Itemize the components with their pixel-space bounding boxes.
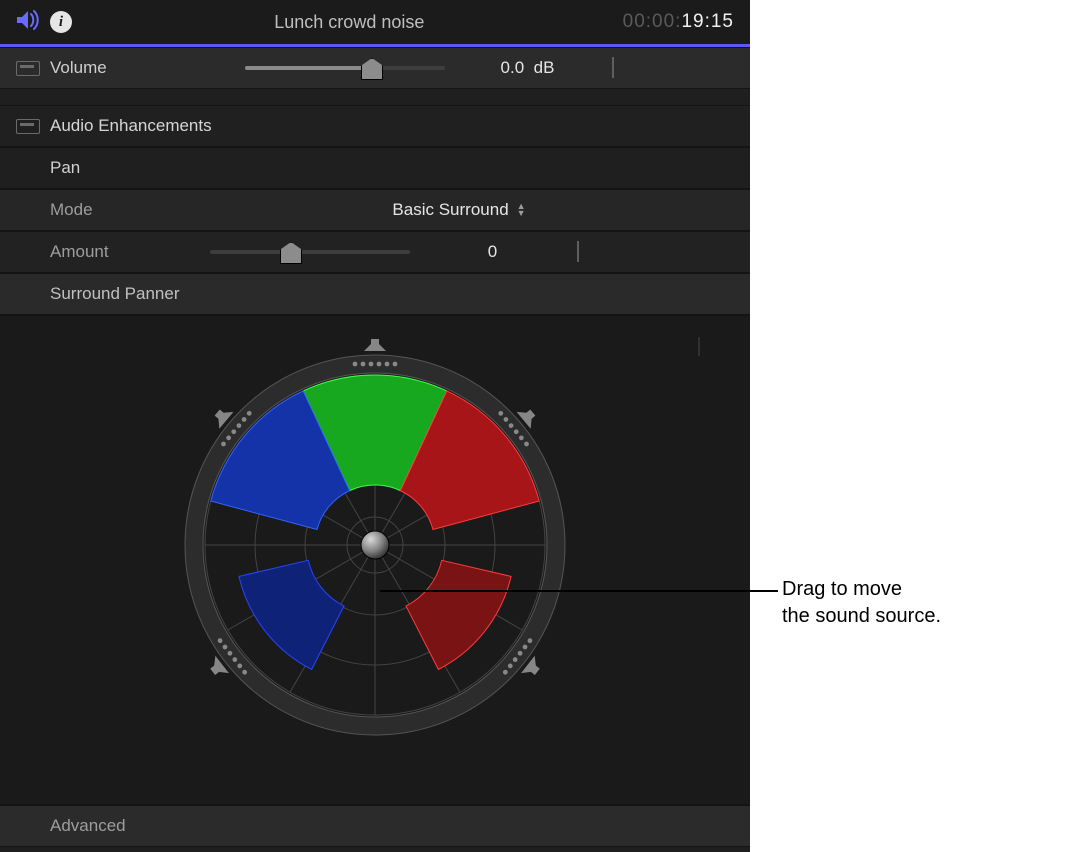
surround-panner[interactable]	[160, 330, 590, 760]
volume-label: Volume	[50, 58, 245, 78]
left-surround-wedge	[229, 537, 363, 678]
volume-row: Volume 0.0 dB	[0, 47, 750, 89]
pan-mode-label: Mode	[50, 200, 210, 220]
speaker-center-icon	[364, 339, 386, 351]
popup-caret-icon: ▲▼	[517, 203, 526, 217]
pan-header: Pan	[0, 147, 750, 189]
video-chip-icon	[16, 119, 40, 134]
surround-panner-header: Surround Panner	[0, 273, 750, 315]
panner-puck[interactable]	[361, 531, 389, 559]
volume-keyframe[interactable]	[600, 58, 626, 78]
inspector-header: i Lunch crowd noise 00:00:19:15	[0, 0, 750, 47]
pan-mode-row: Mode Basic Surround ▲▼	[0, 189, 750, 231]
timecode: 00:00:19:15	[623, 11, 734, 33]
callout-leader-line	[380, 590, 778, 592]
audio-enhancements-label: Audio Enhancements	[50, 116, 212, 136]
pan-mode-popup[interactable]: Basic Surround ▲▼	[392, 200, 525, 220]
advanced-label: Advanced	[50, 816, 126, 836]
audio-inspector-panel: i Lunch crowd noise 00:00:19:15 Volume 0…	[0, 0, 750, 852]
volume-value[interactable]: 0.0 dB	[455, 58, 600, 78]
timecode-lit: 19:15	[681, 11, 734, 32]
panner-keyframe[interactable]	[698, 338, 700, 355]
video-chip-icon	[16, 61, 40, 76]
right-surround-wedge	[388, 537, 522, 678]
advanced-row[interactable]: Advanced	[0, 805, 750, 847]
pan-amount-value[interactable]: 0	[420, 242, 565, 262]
callout-text: Drag to move the sound source.	[782, 576, 941, 630]
pan-amount-keyframe[interactable]	[565, 242, 591, 262]
pan-amount-slider[interactable]	[210, 250, 410, 254]
audio-enhancements-header[interactable]: Audio Enhancements	[0, 105, 750, 147]
pan-mode-value: Basic Surround	[392, 200, 508, 220]
surround-panner-label: Surround Panner	[50, 284, 179, 304]
pan-label: Pan	[50, 158, 210, 178]
info-icon[interactable]: i	[50, 11, 72, 33]
surround-panner-area	[0, 315, 750, 805]
pan-amount-label: Amount	[50, 242, 210, 262]
pan-amount-row: Amount 0	[0, 231, 750, 273]
speaker-icon[interactable]	[16, 10, 40, 34]
clip-title: Lunch crowd noise	[76, 12, 623, 33]
volume-slider[interactable]	[245, 66, 445, 70]
timecode-dim: 00:00:	[623, 11, 682, 32]
